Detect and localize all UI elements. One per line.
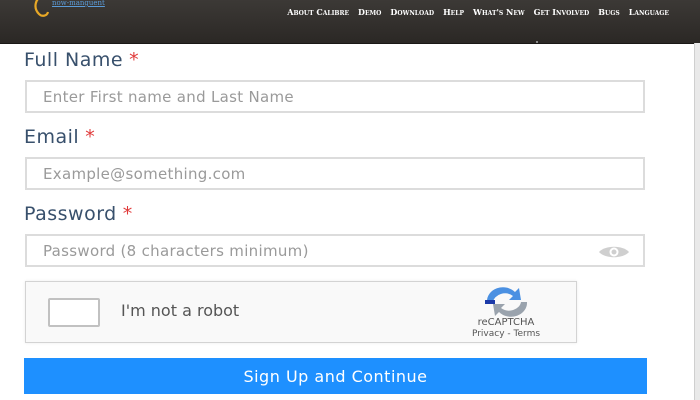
password-label-text: Password xyxy=(24,203,117,225)
email-required-marker: * xyxy=(85,126,96,148)
password-field-wrapper xyxy=(25,234,645,267)
full-name-label-text: Full Name xyxy=(24,49,124,71)
recaptcha-brand: reCAPTCHA xyxy=(477,317,535,328)
full-name-input[interactable] xyxy=(27,82,643,111)
nav-language[interactable]: Language xyxy=(629,7,669,17)
password-required-marker: * xyxy=(122,203,133,225)
nav-marker xyxy=(536,41,538,43)
recaptcha-logo-icon xyxy=(485,287,528,317)
nav-bugs[interactable]: Bugs xyxy=(598,7,619,17)
nav-whats-new[interactable]: What's New xyxy=(473,7,525,17)
full-name-field-wrapper xyxy=(25,80,645,113)
nav-demo[interactable]: Demo xyxy=(358,7,381,17)
nav-get-involved[interactable]: Get Involved xyxy=(534,7,590,17)
password-label: Password * xyxy=(24,203,133,225)
email-input[interactable] xyxy=(27,159,643,188)
password-input[interactable] xyxy=(27,236,643,265)
calibre-logo-icon[interactable] xyxy=(31,0,49,18)
recaptcha-checkbox[interactable] xyxy=(48,298,100,327)
top-nav-bar: now-manguent About Calibre Demo Download… xyxy=(0,0,700,44)
full-name-label: Full Name * xyxy=(24,49,139,71)
email-label: Email * xyxy=(24,126,95,148)
logo-text[interactable]: now-manguent xyxy=(52,0,105,7)
recaptcha-links: Privacy - Terms xyxy=(444,329,568,339)
recaptcha-privacy-link[interactable]: Privacy xyxy=(472,329,505,339)
email-field-wrapper xyxy=(25,157,645,190)
eye-icon[interactable] xyxy=(597,244,631,260)
full-name-required-marker: * xyxy=(129,49,140,71)
recaptcha-links-separator: - xyxy=(504,329,514,339)
page-edge xyxy=(694,43,700,400)
email-label-text: Email xyxy=(24,126,80,148)
sign-up-button[interactable]: Sign Up and Continue xyxy=(24,358,647,394)
recaptcha-widget: I'm not a robot reCAPTCHA Privacy - Term… xyxy=(25,281,577,343)
nav-help[interactable]: Help xyxy=(443,7,464,17)
nav-about-calibre[interactable]: About Calibre xyxy=(287,7,349,17)
main-nav: About Calibre Demo Download Help What's … xyxy=(287,7,669,17)
recaptcha-terms-link[interactable]: Terms xyxy=(514,329,541,339)
recaptcha-label: I'm not a robot xyxy=(121,301,240,320)
nav-download[interactable]: Download xyxy=(390,7,434,17)
